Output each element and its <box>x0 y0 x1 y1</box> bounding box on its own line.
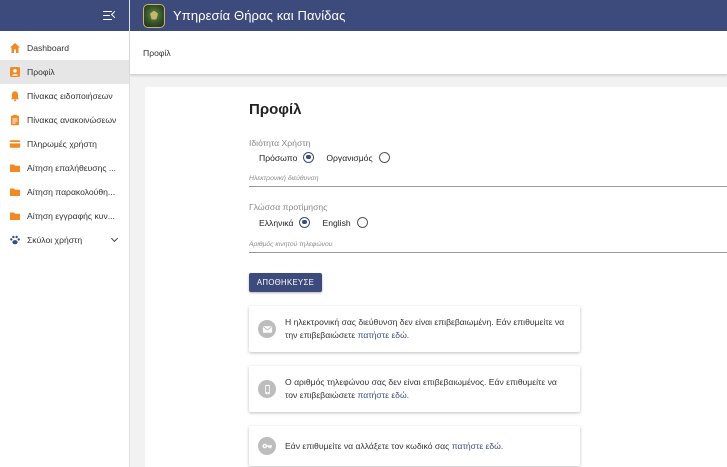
sidebar: Dashboard Προφίλ Πίνακας ειδοποιήσεων Πί… <box>0 0 130 467</box>
logo-icon <box>143 3 165 28</box>
password-change-card: Εάν επιθυμείτε να αλλάξετε τον κωδικό σα… <box>249 426 580 466</box>
language-option-greek-label: Ελληνικά <box>259 217 294 228</box>
sidebar-item-label: Dashboard <box>27 43 70 53</box>
phone-verification-card: Ο αριθμός τηλεφώνου σας δεν είναι επιβεβ… <box>249 366 580 412</box>
credit-card-icon <box>9 138 21 150</box>
ownership-radio-person[interactable] <box>303 152 315 163</box>
sidebar-item-dog-registration-request[interactable]: Αίτηση εγγραφής κυν... <box>0 204 129 228</box>
email-field[interactable] <box>249 171 727 187</box>
folder-icon <box>9 186 21 198</box>
breadcrumb: Προφίλ <box>130 31 727 75</box>
sidebar-item-announcements[interactable]: Πίνακας ανακοινώσεων <box>0 108 129 132</box>
email-icon <box>258 320 276 338</box>
app-title: Υπηρεσία Θήρας και Πανίδας <box>173 8 346 23</box>
breadcrumb-current: Προφίλ <box>143 47 171 58</box>
ownership-option-organization-label: Οργανισμός <box>326 152 373 163</box>
phone-field[interactable] <box>249 237 727 253</box>
page-title: Προφίλ <box>249 101 302 118</box>
sidebar-nav: Dashboard Προφίλ Πίνακας ειδοποιήσεων Πί… <box>0 31 129 252</box>
sidebar-item-notifications[interactable]: Πίνακας ειδοποιήσεων <box>0 84 129 108</box>
sidebar-item-verification-request[interactable]: Αίτηση επαλήθευσης ... <box>0 156 129 180</box>
folder-icon <box>9 210 21 222</box>
language-label: Γλώσσα προτίμησης <box>249 202 328 212</box>
bell-icon <box>9 90 21 102</box>
sidebar-item-label: Πληρωμές χρήστη <box>27 139 97 149</box>
clipboard-icon <box>9 114 21 126</box>
sidebar-item-payments[interactable]: Πληρωμές χρήστη <box>0 132 129 156</box>
account-icon <box>9 66 21 78</box>
language-radio-group: Ελληνικά English <box>259 217 380 228</box>
paw-icon <box>9 234 21 246</box>
sidebar-item-label: Σκύλοι χρήστη <box>27 235 83 245</box>
sidebar-item-label: Προφίλ <box>27 67 55 77</box>
ownership-radio-group: Πρόσωπο Οργανισμός <box>259 152 402 163</box>
sidebar-top-bar <box>0 0 129 31</box>
language-option-english-label: English <box>322 217 351 228</box>
save-button[interactable]: ΑΠΟΘΗΚΕΥΣΕ <box>249 273 322 292</box>
sidebar-item-tracking-request[interactable]: Αίτηση παρακολούθη... <box>0 180 129 204</box>
app-header: Υπηρεσία Θήρας και Πανίδας <box>130 0 727 31</box>
sidebar-item-user-dogs[interactable]: Σκύλοι χρήστη <box>0 228 129 252</box>
phone-verify-link[interactable]: πατήστε εδώ. <box>357 390 409 400</box>
sidebar-item-label: Αίτηση επαλήθευσης ... <box>27 163 117 173</box>
collapse-menu-icon[interactable] <box>103 10 119 22</box>
sidebar-item-profile[interactable]: Προφίλ <box>0 60 129 84</box>
sidebar-item-label: Αίτηση εγγραφής κυν... <box>27 211 115 221</box>
password-change-text: Εάν επιθυμείτε να αλλάξετε τον κωδικό σα… <box>285 440 504 451</box>
ownership-radio-organization[interactable] <box>378 152 390 163</box>
email-verify-link[interactable]: πατήστε εδώ. <box>358 330 410 340</box>
profile-panel: Προφίλ Ιδιότητα Χρήστη Πρόσωπο Οργανισμό… <box>145 87 727 467</box>
email-verification-card: Η ηλεκτρονική σας διεύθυνση δεν είναι επ… <box>249 306 580 352</box>
home-icon <box>9 42 21 54</box>
sidebar-item-label: Αίτηση παρακολούθη... <box>27 187 116 197</box>
password-change-link[interactable]: πατήστε εδώ. <box>452 441 504 451</box>
sidebar-item-label: Πίνακας ειδοποιήσεων <box>27 91 113 101</box>
ownership-label: Ιδιότητα Χρήστη <box>249 138 311 148</box>
language-radio-greek[interactable] <box>299 217 311 228</box>
email-verification-text: Η ηλεκτρονική σας διεύθυνση δεν είναι επ… <box>285 317 565 340</box>
phone-verification-text: Ο αριθμός τηλεφώνου σας δεν είναι επιβεβ… <box>285 377 557 400</box>
phone-icon <box>258 380 276 398</box>
chevron-down-icon[interactable] <box>110 234 119 243</box>
sidebar-item-label: Πίνακας ανακοινώσεων <box>27 115 117 125</box>
language-radio-english[interactable] <box>356 217 368 228</box>
folder-icon <box>9 162 21 174</box>
key-icon <box>258 437 276 455</box>
ownership-option-person-label: Πρόσωπο <box>259 152 298 163</box>
sidebar-item-dashboard[interactable]: Dashboard <box>0 36 129 60</box>
